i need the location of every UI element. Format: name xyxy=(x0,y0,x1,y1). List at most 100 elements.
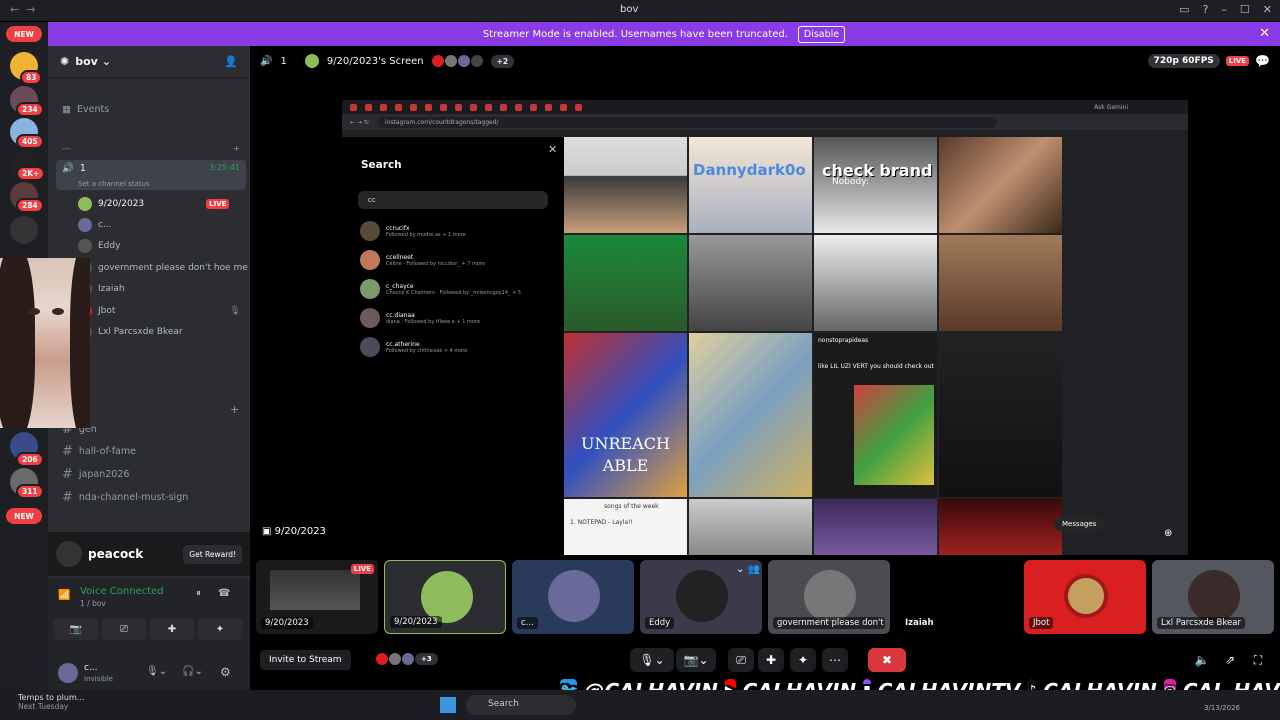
channel-item-japan2026[interactable]: # japan2026 xyxy=(56,467,246,482)
camera-off-button[interactable]: 📷 xyxy=(54,618,98,640)
add-member-icon[interactable]: 👤 xyxy=(224,55,238,68)
server-header[interactable]: ✺ bov ⌄ 👤 xyxy=(48,46,250,78)
avatar xyxy=(78,197,92,211)
participant-name: 9/20/2023 xyxy=(261,617,313,629)
participant-name: c... xyxy=(517,617,538,629)
stream-label-text: 9/20/2023 xyxy=(274,526,326,537)
chat-icon[interactable]: 💬 xyxy=(1255,54,1270,68)
voice-connection-panel: 📶 Voice Connected 1 / bov ⏸ ☎ 📷 ⎚ ✚ ✦ xyxy=(48,578,250,656)
voice-connected-status[interactable]: Voice Connected xyxy=(80,586,164,597)
fullscreen-icon[interactable]: ⛶ xyxy=(1248,648,1268,672)
participant-tile[interactable]: Lxl Parcsxde Bkear xyxy=(1152,560,1274,634)
speaker-icon: 🔊 xyxy=(62,163,74,174)
avatar xyxy=(360,337,380,357)
search-result: cc.atherine Followed by chthisisak + 4 mo… xyxy=(360,337,467,357)
promo-avatar xyxy=(56,541,82,567)
channel-item-nda[interactable]: # nda-channel-must-sign xyxy=(56,490,246,505)
zoom-icon[interactable]: ⊕ xyxy=(1164,528,1172,539)
soundboard-button[interactable]: ✦ xyxy=(790,648,816,672)
events-item[interactable]: ▦ Events xyxy=(56,104,246,115)
post-tile: Nobody: xyxy=(814,137,937,233)
maximize-button[interactable]: ☐ xyxy=(1240,3,1250,16)
webcam-hair xyxy=(70,258,90,428)
popout-icon[interactable]: ⇗ xyxy=(1220,648,1240,672)
participant-tile[interactable]: LIVE 9/20/2023 xyxy=(256,560,378,634)
server-icon[interactable] xyxy=(10,216,38,244)
monitor-icon: ▣ xyxy=(262,526,272,537)
participant-tile[interactable]: Izaiah xyxy=(896,560,1018,634)
taskbar-search[interactable]: Search xyxy=(466,695,576,715)
viewer-avatars[interactable] xyxy=(431,55,483,67)
viewer-avatars[interactable]: +3 xyxy=(376,653,438,665)
more-options-button[interactable]: ⋯ xyxy=(822,648,848,672)
participant-name: Jbot xyxy=(1029,617,1054,629)
soundboard-button[interactable]: ✦ xyxy=(198,618,242,640)
headphones-icon[interactable]: 🎧⌄ xyxy=(182,666,203,677)
participant-tile[interactable]: Jbot xyxy=(1024,560,1146,634)
camera-button[interactable]: 📷⌄ xyxy=(676,648,716,672)
stream-stage: 🔊 1 9/20/2023's Screen +2 720p 60FPS LIV… xyxy=(250,46,1280,690)
channel-name: japan2026 xyxy=(78,469,130,480)
extra-viewers-count[interactable]: +2 xyxy=(490,54,515,68)
disable-streamer-mode-button[interactable]: Disable xyxy=(797,25,846,43)
voice-user[interactable]: Lxl Parcsxde Bkear xyxy=(78,325,183,339)
post-tile xyxy=(814,235,937,331)
voice-user[interactable]: c... xyxy=(78,218,112,232)
signal-icon[interactable]: 📶 xyxy=(58,590,70,601)
help-icon[interactable]: ? xyxy=(1203,3,1209,16)
voice-user[interactable]: 9/20/2023 LIVE xyxy=(78,197,230,211)
post-tile xyxy=(689,499,812,555)
user-panel: c... Invisible 🎙⌄ 🎧⌄ ⚙ xyxy=(48,656,250,690)
post-tile xyxy=(689,235,812,331)
windows-start-icon[interactable] xyxy=(440,697,456,713)
disconnect-icon[interactable]: ☎ xyxy=(218,588,230,599)
voice-user[interactable]: government please don't hoe me xyxy=(78,261,248,275)
post-tile xyxy=(939,333,1062,497)
settings-gear-icon[interactable]: ⚙ xyxy=(220,665,231,679)
mic-icon[interactable]: 🎙⌄ xyxy=(146,666,167,677)
channel-status-hint[interactable]: Set a channel status xyxy=(78,180,150,188)
participant-tile[interactable]: c... xyxy=(512,560,634,634)
streamer-avatar xyxy=(304,54,319,68)
close-icon[interactable]: ✕ xyxy=(1259,26,1270,41)
avatar[interactable] xyxy=(58,663,78,683)
mic-muted-icon: 🎙 xyxy=(229,306,241,316)
screen-share-button[interactable]: ⎚ xyxy=(728,648,754,672)
mention-badge: 405 xyxy=(16,134,44,149)
avatar xyxy=(389,653,401,665)
activities-button[interactable]: ✚ xyxy=(150,618,194,640)
minimize-button[interactable]: – xyxy=(1221,3,1227,16)
get-reward-button[interactable]: Get Reward! xyxy=(183,544,242,564)
shared-screen[interactable]: Ask Gemini ← → ↻ instagram.com/countdrag… xyxy=(342,100,1188,555)
voice-user[interactable]: Jbot 🎙 xyxy=(78,304,241,318)
tab-icon xyxy=(575,103,582,111)
nav-arrows[interactable]: ← → xyxy=(10,3,35,16)
post-tile xyxy=(939,499,1062,555)
avatar xyxy=(548,570,600,622)
category-header[interactable]: --- + xyxy=(56,144,246,153)
search-result: ccrucifx Followed by modre.as + 1 more xyxy=(360,221,466,241)
result-sub: Followed by modre.as + 1 more xyxy=(386,231,466,238)
activities-button[interactable]: ✚ xyxy=(758,648,784,672)
mic-button[interactable]: 🎙⌄ xyxy=(630,648,674,672)
stream-label: ▣ 9/20/2023 xyxy=(262,526,326,537)
calendar-notification[interactable]: Temps to plum... Next Tuesday xyxy=(18,693,84,711)
close-button[interactable]: ✕ xyxy=(1263,3,1272,16)
participant-name: Lxl Parcsxde Bkear xyxy=(1157,617,1245,629)
participant-tile[interactable]: Eddy ⌄ 👥 xyxy=(640,560,762,634)
screen-share-button[interactable]: ⎚ xyxy=(102,618,146,640)
volume-icon[interactable]: 🔈 xyxy=(1192,648,1212,672)
search-result: cc.dianaa diana · Followed by tfleee.e + … xyxy=(360,308,480,328)
inbox-icon[interactable]: ▭ xyxy=(1179,3,1189,16)
participant-tile[interactable]: 9/20/2023 xyxy=(384,560,506,634)
disconnect-button[interactable]: ✖ xyxy=(868,648,906,672)
voice-user[interactable]: Eddy xyxy=(78,239,120,253)
channel-item-hall-of-fame[interactable]: # hall-of-fame xyxy=(56,444,246,459)
participant-tile[interactable]: government please don't ... xyxy=(768,560,890,634)
plus-icon[interactable]: + xyxy=(233,144,240,153)
stream-info: 720p 60FPS LIVE 💬 xyxy=(1147,54,1270,68)
invite-to-stream-button[interactable]: Invite to Stream xyxy=(260,650,351,670)
plus-icon[interactable]: + xyxy=(230,403,239,416)
chevron-down-icon[interactable]: ⌄ 👥 xyxy=(736,564,760,575)
soundboard-icon[interactable]: ⏸ xyxy=(196,588,201,599)
